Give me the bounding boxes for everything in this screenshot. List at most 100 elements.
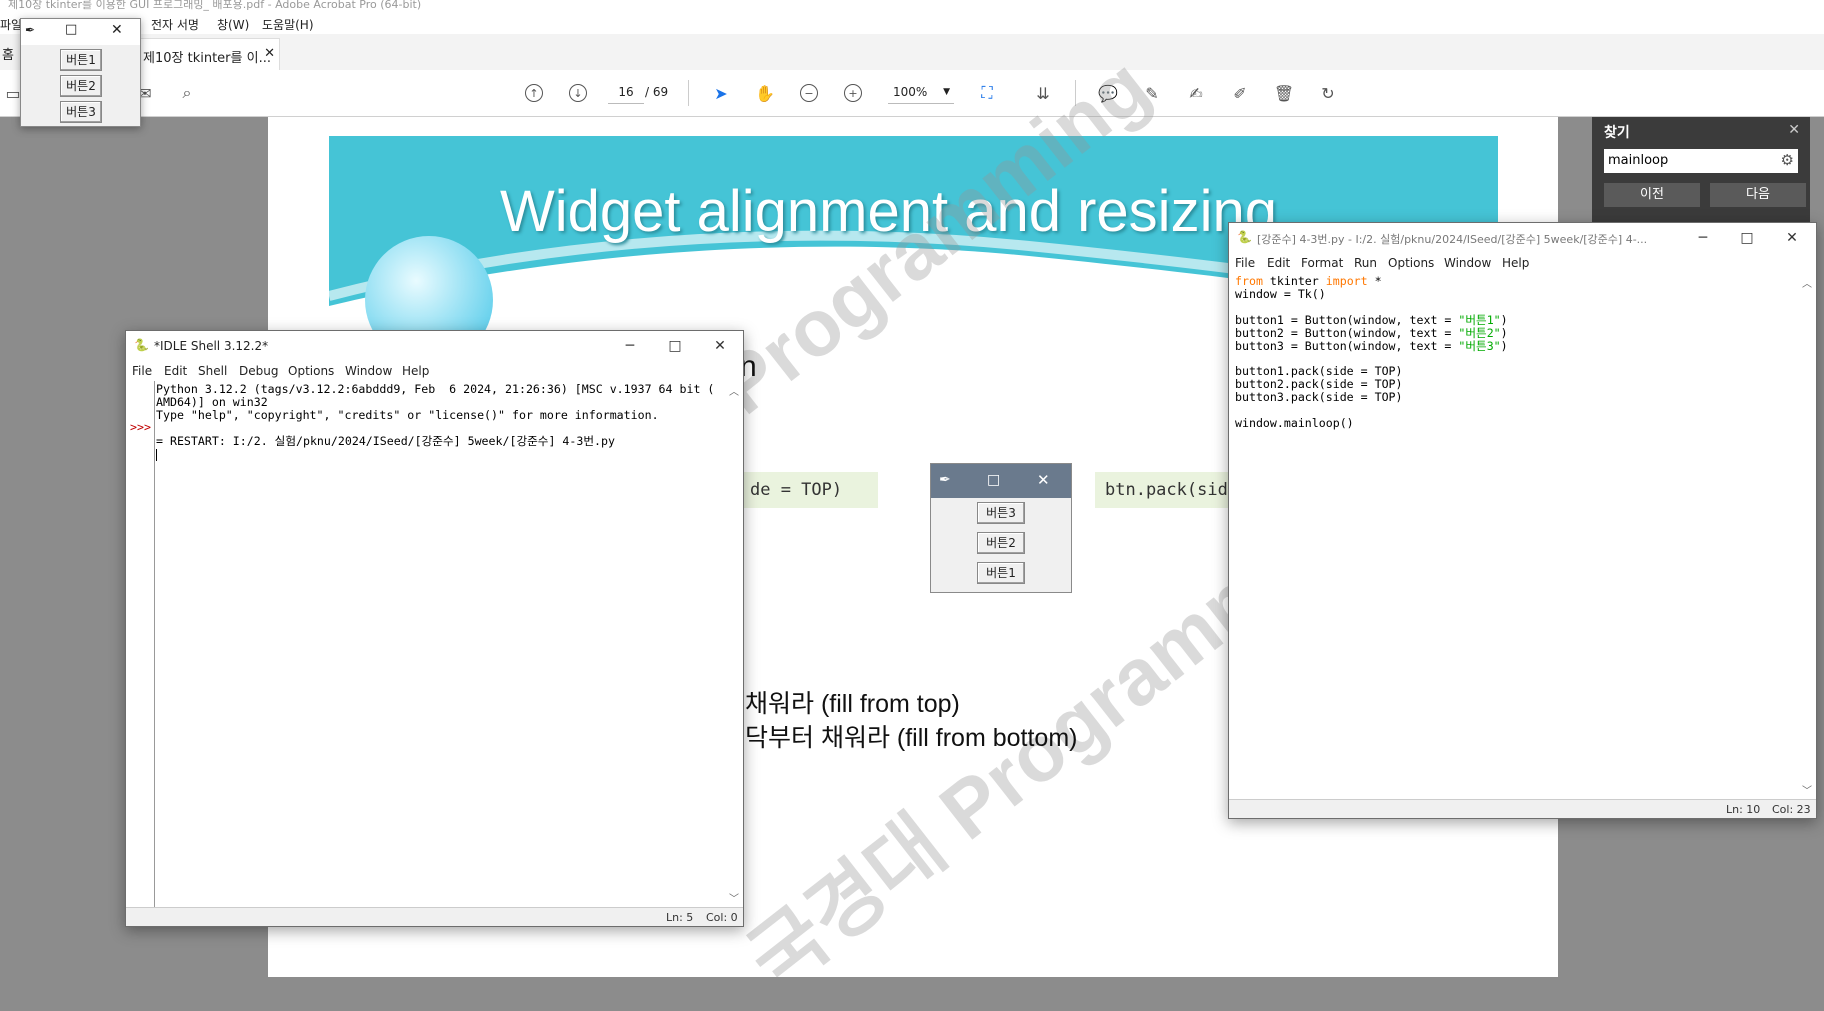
edit-pdf-icon[interactable]: ✐ bbox=[1229, 82, 1251, 104]
menu-edit[interactable]: Edit bbox=[1267, 256, 1290, 270]
shell-line: AMD64)] on win32 bbox=[156, 394, 268, 409]
idle-shell-window: 🐍 *IDLE Shell 3.12.2* ─ □ ✕ File Edit Sh… bbox=[125, 330, 744, 927]
find-prev-button[interactable]: 이전 bbox=[1604, 183, 1700, 207]
fit-page-icon[interactable]: ⛶ bbox=[976, 82, 998, 104]
toolbar-divider bbox=[688, 80, 689, 106]
menu-window[interactable]: 창(W) bbox=[217, 16, 249, 33]
status-line: Ln: 10 bbox=[1726, 803, 1761, 816]
minimize-icon[interactable]: ─ bbox=[1693, 228, 1713, 248]
editor-text-area[interactable]: from tkinter import * window = Tk() butt… bbox=[1235, 275, 1795, 797]
maximize-icon: □ bbox=[987, 472, 1001, 488]
chevron-down-icon: ▼ bbox=[943, 87, 950, 97]
shell-line: Python 3.12.2 (tags/v3.12.2:6abddd9, Feb… bbox=[156, 383, 715, 396]
code-line: button3 = Button(window, text = "버튼3") bbox=[1235, 338, 1795, 353]
menu-file[interactable]: File bbox=[132, 364, 152, 378]
python-icon: 🐍 bbox=[134, 338, 149, 352]
idle-editor-window: 🐍 [강준수] 4-3번.py - I:/2. 실험/pknu/2024/ISe… bbox=[1228, 222, 1817, 819]
menu-e-sign[interactable]: 전자 서명 bbox=[151, 16, 199, 33]
close-icon[interactable]: ✕ bbox=[1782, 228, 1802, 248]
slide-tk-window: ✒ □ ✕ 버튼3 버튼2 버튼1 bbox=[930, 463, 1072, 593]
page-number-input[interactable]: 16 bbox=[608, 81, 644, 104]
find-next-button[interactable]: 다음 bbox=[1710, 183, 1806, 207]
gear-icon[interactable]: ⚙ bbox=[1781, 151, 1794, 169]
tk-titlebar: ✒ □ ✕ bbox=[21, 19, 140, 45]
menu-file[interactable]: File bbox=[1235, 256, 1255, 270]
menu-run[interactable]: Run bbox=[1354, 256, 1377, 270]
acrobat-menu-bar: 파일(F) 전자 서명 창(W) 도움말(H) bbox=[0, 14, 1824, 34]
scroll-up-icon[interactable]: ︿ bbox=[729, 383, 739, 398]
maximize-icon[interactable]: □ bbox=[1737, 228, 1757, 248]
acrobat-toolbar: ▭ ✉ ⌕ ↑ ↓ 16 / 69 ➤ ✋ − + 100% ▼ ⛶ ⇊ 💬 ✎… bbox=[0, 70, 1824, 117]
zoom-out-icon[interactable]: − bbox=[798, 82, 820, 104]
sign-icon[interactable]: ✍ bbox=[1185, 82, 1207, 104]
vertical-scrollbar[interactable]: ︿ ﹀ bbox=[727, 383, 741, 905]
delete-icon[interactable]: 🗑 bbox=[1273, 82, 1295, 104]
page-total: / 69 bbox=[645, 85, 669, 99]
menu-options[interactable]: Options bbox=[288, 364, 334, 378]
minimize-icon[interactable]: ─ bbox=[620, 336, 640, 356]
scroll-down-icon[interactable]: ﹀ bbox=[729, 890, 739, 905]
acrobat-title: 제10장 tkinter를 이용한 GUI 프로그래밍_ 배포용.pdf - A… bbox=[8, 0, 422, 11]
close-icon[interactable]: ✕ bbox=[264, 46, 275, 61]
menu-edit[interactable]: Edit bbox=[164, 364, 187, 378]
maximize-icon[interactable]: □ bbox=[65, 22, 77, 37]
menu-help[interactable]: 도움말(H) bbox=[262, 16, 314, 33]
scroll-down-icon[interactable]: ﹀ bbox=[1802, 782, 1812, 797]
python-icon: 🐍 bbox=[1237, 230, 1252, 244]
close-icon[interactable]: ✕ bbox=[710, 336, 730, 356]
maximize-icon[interactable]: □ bbox=[665, 336, 685, 356]
idle-editor-titlebar: 🐍 [강준수] 4-3번.py - I:/2. 실험/pknu/2024/ISe… bbox=[1229, 223, 1816, 253]
tab-document[interactable]: 제10장 tkinter를 이... ✕ bbox=[138, 38, 280, 71]
code-text: button1 = Button(window, text = bbox=[1235, 312, 1459, 327]
tk-button-2[interactable]: 버튼2 bbox=[60, 75, 102, 97]
code-line: window = Tk() bbox=[1235, 286, 1326, 301]
code-text: ) bbox=[1500, 325, 1508, 340]
slide-button: 버튼3 bbox=[977, 502, 1025, 524]
tk-button-3[interactable]: 버튼3 bbox=[60, 101, 102, 123]
code-line: window.mainloop() bbox=[1235, 415, 1354, 430]
tab-document-label: 제10장 tkinter를 이... bbox=[143, 51, 271, 66]
find-panel: 찾기 ✕ mainloop ⚙ 이전 다음 bbox=[1592, 117, 1810, 222]
zoom-in-icon[interactable]: + bbox=[842, 82, 864, 104]
next-page-icon[interactable]: ↓ bbox=[567, 82, 589, 104]
tk-app-window: ✒ □ ✕ 버튼1 버튼2 버튼3 bbox=[20, 18, 141, 127]
menu-window[interactable]: Window bbox=[345, 364, 392, 378]
menu-format[interactable]: Format bbox=[1301, 256, 1343, 270]
vertical-scrollbar[interactable]: ︿ ﹀ bbox=[1800, 275, 1814, 797]
code-line: button3.pack(side = TOP) bbox=[1235, 390, 1403, 405]
tab-home[interactable]: 홈 bbox=[2, 44, 14, 63]
hand-tool-icon[interactable]: ✋ bbox=[754, 82, 776, 104]
close-icon[interactable]: ✕ bbox=[111, 22, 123, 38]
editor-status-bar: Ln: 10 Col: 23 bbox=[1229, 799, 1816, 818]
idle-shell-menubar: File Edit Shell Debug Options Window Hel… bbox=[126, 361, 743, 381]
close-icon[interactable]: ✕ bbox=[1788, 122, 1800, 138]
menu-window[interactable]: Window bbox=[1444, 256, 1491, 270]
code-string: "버튼3" bbox=[1458, 338, 1501, 353]
text-cursor bbox=[156, 448, 157, 461]
select-cursor-icon[interactable]: ➤ bbox=[710, 82, 732, 104]
code-snippet-right: btn.pack(sid bbox=[1095, 472, 1233, 508]
status-line: Ln: 5 bbox=[666, 911, 694, 924]
menu-debug[interactable]: Debug bbox=[239, 364, 278, 378]
search-icon[interactable]: ⌕ bbox=[176, 82, 198, 104]
scroll-up-icon[interactable]: ︿ bbox=[1802, 275, 1812, 290]
slide-text-line2: 닥부터 채워라 (fill from bottom) bbox=[745, 724, 1078, 752]
find-query: mainloop bbox=[1608, 153, 1669, 168]
acrobat-title-bar: 제10장 tkinter를 이용한 GUI 프로그래밍_ 배포용.pdf - A… bbox=[0, 0, 1824, 14]
zoom-select[interactable]: 100% ▼ bbox=[888, 81, 954, 104]
rotate-icon[interactable]: ↻ bbox=[1317, 82, 1339, 104]
prev-page-icon[interactable]: ↑ bbox=[523, 82, 545, 104]
slide-button: 버튼1 bbox=[977, 562, 1025, 584]
tk-button-1[interactable]: 버튼1 bbox=[60, 49, 102, 71]
feather-icon: ✒ bbox=[25, 23, 36, 37]
menu-shell[interactable]: Shell bbox=[198, 364, 227, 378]
menu-options[interactable]: Options bbox=[1388, 256, 1434, 270]
menu-help[interactable]: Help bbox=[1502, 256, 1529, 270]
slide-tk-titlebar: ✒ □ ✕ bbox=[931, 464, 1071, 498]
shell-status-bar: Ln: 5 Col: 0 bbox=[126, 907, 743, 926]
menu-help[interactable]: Help bbox=[402, 364, 429, 378]
find-input[interactable]: mainloop ⚙ bbox=[1604, 149, 1798, 173]
shell-text-area[interactable]: Python 3.12.2 (tags/v3.12.2:6abddd9, Feb… bbox=[156, 383, 722, 905]
